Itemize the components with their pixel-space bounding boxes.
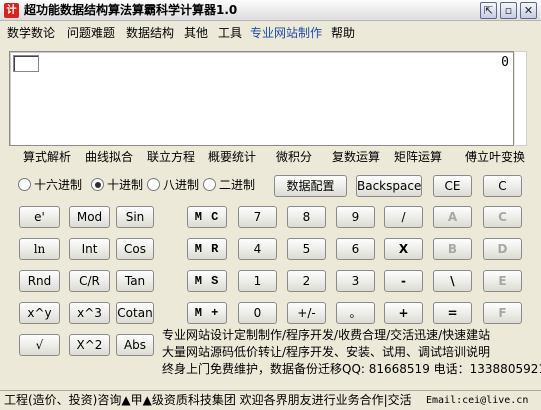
result-display[interactable]: 0 xyxy=(9,51,514,146)
cotan-button[interactable]: Cotan xyxy=(116,302,154,324)
radio-bin-dot[interactable] xyxy=(203,178,216,191)
tab-matrix[interactable]: 矩阵运算 xyxy=(394,150,442,165)
backspace-button[interactable]: Backspace xyxy=(356,175,422,197)
display-value: 0 xyxy=(501,55,509,70)
minimize-button[interactable]: ⇱ xyxy=(480,2,497,19)
sign-toggle-button[interactable]: +/- xyxy=(287,302,326,324)
plus-button[interactable]: + xyxy=(384,302,423,324)
tab-fourier[interactable]: 傅立叶变换 xyxy=(465,150,525,165)
radio-hex-dot[interactable] xyxy=(18,178,31,191)
tab-curve-fit[interactable]: 曲线拟合 xyxy=(85,150,133,165)
memory-add-button[interactable]: M + xyxy=(187,302,227,324)
memory-clear-button[interactable]: M C xyxy=(187,206,227,228)
mod-button[interactable]: Mod xyxy=(69,206,110,228)
digit-0-button[interactable]: 0 xyxy=(238,302,277,324)
radio-hex[interactable]: 十六进制 xyxy=(18,176,82,194)
digit-4-button[interactable]: 4 xyxy=(238,238,277,260)
tan-button[interactable]: Tan xyxy=(116,270,154,292)
hex-b-button[interactable]: B xyxy=(433,238,472,260)
app-icon: 计 xyxy=(4,3,19,18)
square-button[interactable]: X^2 xyxy=(69,334,110,356)
menu-other[interactable]: 其他 xyxy=(184,25,208,41)
digit-5-button[interactable]: 5 xyxy=(287,238,326,260)
hex-a-button[interactable]: A xyxy=(433,206,472,228)
restore-button[interactable]: ▫ xyxy=(500,2,517,19)
int-button[interactable]: Int xyxy=(69,238,110,260)
ln-button[interactable]: ln xyxy=(19,238,60,260)
hex-f-button[interactable]: F xyxy=(483,302,522,324)
radio-oct-dot[interactable] xyxy=(147,178,160,191)
radio-dec-dot[interactable] xyxy=(91,178,104,191)
ce-button[interactable]: CE xyxy=(433,175,472,197)
decimal-point-button[interactable]: 。 xyxy=(336,302,375,324)
radio-hex-label: 十六进制 xyxy=(34,178,83,192)
memory-recall-button[interactable]: M R xyxy=(187,238,227,260)
multiply-button[interactable]: X xyxy=(384,238,423,260)
info-line-1: 专业网站设计定制制作/程序开发/收费合理/交活迅速/快速建站 xyxy=(162,328,491,342)
minus-button[interactable]: - xyxy=(384,270,423,292)
cos-button[interactable]: Cos xyxy=(116,238,154,260)
tab-expression-parse[interactable]: 算式解析 xyxy=(23,150,71,165)
divide-button[interactable]: / xyxy=(384,206,423,228)
digit-8-button[interactable]: 8 xyxy=(287,206,326,228)
menu-data-structures[interactable]: 数据结构 xyxy=(126,25,174,41)
hex-c-button[interactable]: C xyxy=(483,206,522,228)
exp-button[interactable]: e' xyxy=(19,206,60,228)
digit-7-button[interactable]: 7 xyxy=(238,206,277,228)
backslash-button[interactable]: \ xyxy=(433,270,472,292)
digit-6-button[interactable]: 6 xyxy=(336,238,375,260)
menu-tools[interactable]: 工具 xyxy=(218,25,242,41)
clear-button[interactable]: C xyxy=(483,175,522,197)
hex-e-button[interactable]: E xyxy=(483,270,522,292)
menu-math[interactable]: 数学数论 xyxy=(7,25,55,41)
status-text: 工程(造价、投资)咨询▲甲▲级资质科技集团 欢迎各界朋友进行业务合作|交活 xyxy=(4,393,412,407)
config-button[interactable]: 数据配置 xyxy=(274,175,347,197)
tab-complex[interactable]: 复数运算 xyxy=(332,150,380,165)
cr-button[interactable]: C/R xyxy=(69,270,110,292)
menu-help[interactable]: 帮助 xyxy=(331,25,355,41)
status-email: Email:cei@live.cn xyxy=(426,395,529,406)
power-button[interactable]: x^y xyxy=(19,302,60,324)
info-line-2: 大量网站源码低价转让/程序开发、安装、试用、调试培训说明 xyxy=(162,345,491,359)
menu-problems[interactable]: 问题难题 xyxy=(67,25,115,41)
tab-calculus[interactable]: 微积分 xyxy=(276,150,312,165)
info-line-3: 终身上门免费维护，数据备份迁移QQ: 81668519 电话：133880592… xyxy=(162,362,541,376)
digit-2-button[interactable]: 2 xyxy=(287,270,326,292)
radio-dec-label: 十进制 xyxy=(107,178,144,192)
hex-d-button[interactable]: D xyxy=(483,238,522,260)
cube-button[interactable]: x^3 xyxy=(69,302,110,324)
display-scrollbar[interactable] xyxy=(515,51,527,146)
radio-oct-label: 八进制 xyxy=(163,178,200,192)
close-button[interactable]: ✕ xyxy=(520,2,537,19)
memory-store-button[interactable]: M S xyxy=(187,270,227,292)
radio-bin-label: 二进制 xyxy=(219,178,256,192)
digit-1-button[interactable]: 1 xyxy=(238,270,277,292)
radio-dec[interactable]: 十进制 xyxy=(91,176,143,194)
tab-equations[interactable]: 联立方程 xyxy=(147,150,195,165)
equals-button[interactable]: = xyxy=(433,302,472,324)
radio-bin[interactable]: 二进制 xyxy=(203,176,255,194)
digit-9-button[interactable]: 9 xyxy=(336,206,375,228)
radio-oct[interactable]: 八进制 xyxy=(147,176,199,194)
window-title: 超功能数据结构算法算霸科学计算器1.0 xyxy=(24,3,238,17)
abs-button[interactable]: Abs xyxy=(116,334,154,356)
digit-3-button[interactable]: 3 xyxy=(336,270,375,292)
sin-button[interactable]: Sin xyxy=(116,206,154,228)
sqrt-button[interactable]: √ xyxy=(19,334,60,356)
rnd-button[interactable]: Rnd xyxy=(19,270,60,292)
memory-indicator xyxy=(13,55,39,72)
menu-website[interactable]: 专业网站制作 xyxy=(250,25,322,41)
tab-statistics[interactable]: 概要统计 xyxy=(208,150,256,165)
